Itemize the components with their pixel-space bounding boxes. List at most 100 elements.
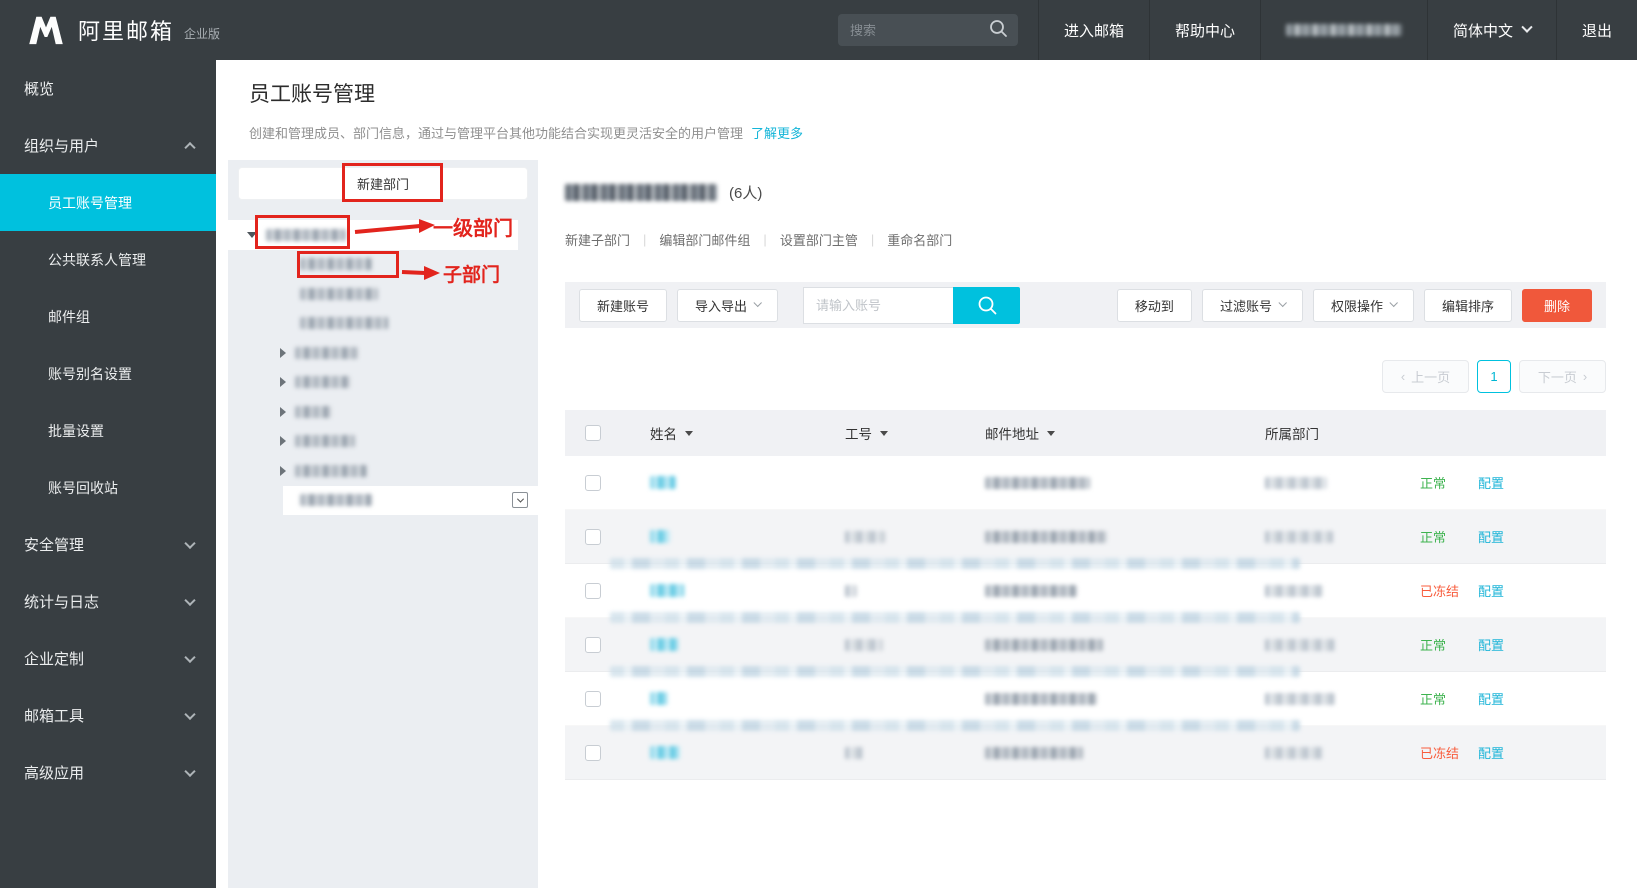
sidebar-item-0[interactable]: 概览 [0,60,216,117]
prev-page-label: 上一页 [1411,370,1451,385]
sidebar-item-1[interactable]: 组织与用户 [0,117,216,174]
logout-link[interactable]: 退出 [1555,0,1637,60]
sidebar-item-10[interactable]: 企业定制 [0,630,216,687]
enter-mailbox-link[interactable]: 进入邮箱 [1037,0,1149,60]
next-page-button[interactable]: 下一页 › [1519,360,1606,393]
sidebar-item-5[interactable]: 账号别名设置 [0,345,216,402]
config-link[interactable]: 配置 [1478,473,1504,492]
config-link[interactable]: 配置 [1478,581,1504,600]
sidebar-item-3[interactable]: 公共联系人管理 [0,231,216,288]
sidebar-item-2[interactable]: 员工账号管理 [0,174,216,231]
row-checkbox[interactable] [585,636,601,653]
sidebar-item-4[interactable]: 邮件组 [0,288,216,345]
name-cell [621,638,816,651]
redacted-department-name [300,317,388,330]
redacted-department [1265,584,1323,597]
row-checkbox[interactable] [585,582,601,599]
header-department: 所属部门 [1236,423,1420,443]
import-export-button[interactable]: 导入导出 [677,288,779,322]
sidebar-item-12[interactable]: 高级应用 [0,744,216,801]
config-link[interactable]: 配置 [1478,689,1504,708]
redacted-email [985,584,1077,597]
sort-caret-icon[interactable] [685,430,693,436]
sidebar-item-7[interactable]: 账号回收站 [0,459,216,516]
config-link[interactable]: 配置 [1478,527,1504,546]
sidebar-item-6[interactable]: 批量设置 [0,402,216,459]
caret-right-icon[interactable] [280,347,286,358]
permission-ops-button[interactable]: 权限操作 [1312,288,1414,322]
header-email[interactable]: 邮件地址 [956,423,1236,443]
caret-right-icon[interactable] [280,377,286,388]
topbar-search-box[interactable] [837,14,1018,46]
redacted-name-link[interactable] [650,692,668,705]
redacted-department [1265,746,1323,759]
brand-name: 阿里邮箱 [78,19,175,44]
table-header-row: 姓名 工号 邮件地址 所属部门 [565,410,1606,456]
name-cell [621,476,816,489]
department-action-link-0[interactable]: 新建子部门 [565,230,630,249]
redacted-name-link[interactable] [650,476,676,489]
chevron-down-icon [184,651,196,663]
delete-button[interactable]: 删除 [1521,288,1592,322]
current-page-button[interactable]: 1 [1477,360,1511,393]
caret-right-icon[interactable] [280,436,286,447]
node-menu-dropdown-icon[interactable] [512,492,528,509]
edit-sort-button[interactable]: 编辑排序 [1423,288,1512,322]
department-actions: 新建子部门 | 编辑部门邮件组 | 设置部门主管 | 重命名部门 [565,230,1606,249]
redacted-name-link[interactable] [650,638,678,651]
email-cell [956,584,1236,597]
config-link[interactable]: 配置 [1478,635,1504,654]
sort-caret-icon[interactable] [1047,430,1055,436]
language-menu[interactable]: 简体中文 [1426,0,1556,60]
caret-down-icon[interactable] [247,231,257,238]
redacted-name-link[interactable] [650,746,680,759]
account-search-button[interactable] [953,286,1021,324]
sidebar-item-9[interactable]: 统计与日志 [0,573,216,630]
select-all-checkbox[interactable] [585,425,601,441]
department-action-link-2[interactable]: 设置部门主管 [780,230,858,249]
filter-account-button[interactable]: 过滤账号 [1201,288,1303,322]
tree-node-5[interactable] [228,368,538,398]
brand: 阿里邮箱 企业版 [0,14,220,46]
caret-right-icon[interactable] [280,465,286,476]
account-search-input[interactable] [803,286,954,324]
help-center-link[interactable]: 帮助中心 [1148,0,1260,60]
config-link[interactable]: 配置 [1478,743,1504,762]
next-page-label: 下一页 [1537,370,1577,385]
department-tree-panel: 新建部门 一级部门 子部门 [228,160,538,888]
move-to-button[interactable]: 移动到 [1116,288,1192,322]
search-icon[interactable] [988,18,1008,43]
name-cell [621,584,816,597]
tree-node-9[interactable] [228,485,538,516]
row-checkbox[interactable] [585,744,601,761]
status-cell: 已冻结 [1420,581,1478,600]
header-name[interactable]: 姓名 [621,423,816,443]
new-account-button[interactable]: 新建账号 [579,288,668,322]
row-checkbox[interactable] [585,474,601,491]
sidebar-item-label: 批量设置 [48,422,104,439]
header-checkbox-cell [565,425,621,441]
sidebar-item-11[interactable]: 邮箱工具 [0,687,216,744]
new-department-button[interactable]: 新建部门 [238,167,528,200]
row-checkbox[interactable] [585,690,601,707]
tree-node-8[interactable] [228,456,538,486]
account-menu[interactable] [1259,0,1427,60]
tree-node-inner [280,346,358,359]
caret-right-icon[interactable] [280,406,286,417]
row-checkbox[interactable] [585,528,601,545]
tree-node-3[interactable] [228,309,538,339]
sidebar-item-8[interactable]: 安全管理 [0,516,216,573]
department-action-link-3[interactable]: 重命名部门 [887,230,952,249]
email-cell [956,692,1236,705]
tree-node-4[interactable] [228,338,538,368]
redacted-name-link[interactable] [650,584,684,597]
tree-node-7[interactable] [228,427,538,457]
topbar-search-input[interactable] [849,22,988,38]
department-action-link-1[interactable]: 编辑部门邮件组 [659,230,750,249]
redacted-name-link[interactable] [650,530,670,543]
tree-node-6[interactable] [228,397,538,427]
header-job-number[interactable]: 工号 [816,423,956,443]
prev-page-button[interactable]: ‹ 上一页 [1382,360,1469,393]
sort-caret-icon[interactable] [880,430,888,436]
job-number-cell [816,638,956,651]
